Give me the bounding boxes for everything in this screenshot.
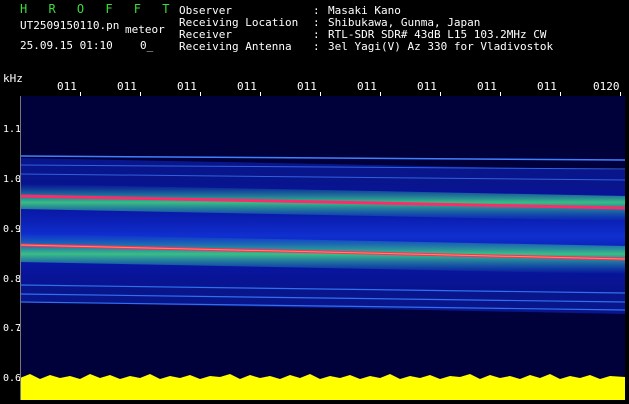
x-tick-label: 011: [477, 80, 497, 93]
y-tick-label: 0.8: [3, 274, 22, 285]
x-tick-label: 011: [357, 80, 377, 93]
x-tick-label: 011: [537, 80, 557, 93]
x-tick-label: 011: [237, 80, 257, 93]
timestamp: 25.09.15 01:10: [20, 39, 113, 52]
plot-left-border: [20, 96, 21, 400]
spectrogram: [20, 96, 625, 380]
amplitude-svg: [20, 374, 625, 400]
info-value-antenna: 3el Yagi(V) Az 330 for Vladivostok: [328, 40, 554, 53]
y-tick-label: 1.0: [3, 174, 22, 185]
info-sep: :: [313, 40, 320, 53]
y-tick-label: 0.9: [3, 224, 22, 235]
spectral-line: [20, 155, 625, 161]
file-name: UT2509150110.pn: [20, 19, 120, 32]
spectrogram-svg: [20, 155, 625, 314]
y-axis-unit: kHz: [3, 72, 23, 85]
x-tick-label: 011: [417, 80, 437, 93]
file-tag: 0_: [140, 39, 154, 52]
y-tick-label: 1.1: [3, 124, 22, 135]
amplitude-fill: [20, 374, 625, 400]
x-tick-label: 011: [117, 80, 137, 93]
x-tick-label: 011: [57, 80, 77, 93]
info-label-antenna: Receiving Antenna: [179, 40, 292, 53]
x-tick-label: 0120: [593, 80, 620, 93]
y-tick-label: 0.7: [3, 323, 22, 334]
x-tick-label: 011: [297, 80, 317, 93]
y-tick-label: 0.6: [3, 373, 22, 384]
x-tick-label: 011: [177, 80, 197, 93]
meteor-label: meteor: [125, 23, 165, 36]
amplitude-strip: [20, 370, 625, 400]
app-title: H R O F F T: [20, 2, 177, 16]
